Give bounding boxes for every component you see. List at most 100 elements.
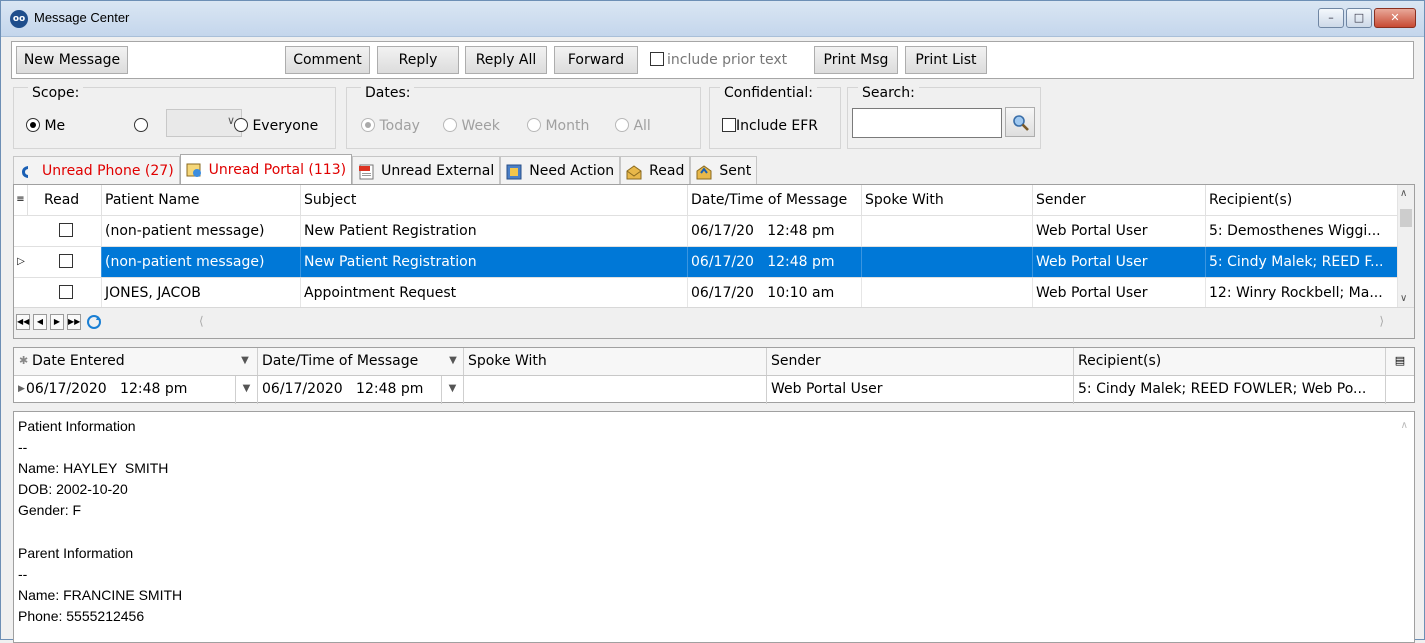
detail-row[interactable]: ▶ 06/17/2020 12:48 pm ▼ 06/17/2020 12:48… [14, 376, 1414, 404]
refresh-icon[interactable] [84, 314, 104, 330]
include-efr-checkbox[interactable] [722, 117, 736, 132]
sender-field[interactable]: Web Portal User [767, 376, 1074, 404]
column-header-patient-name[interactable]: Patient Name [102, 185, 301, 215]
message-body[interactable]: Patient Information -- Name: HAYLEY SMIT… [13, 411, 1415, 643]
scroll-up-icon[interactable]: ∧ [1401, 420, 1408, 431]
radio-icon[interactable] [134, 117, 148, 132]
tab-unread-external[interactable]: Unread External [352, 156, 501, 184]
detail-header-spoke-with[interactable]: Spoke With [464, 348, 767, 375]
last-record-icon[interactable]: ▶▶ [67, 314, 81, 330]
recipients-field[interactable]: 5: Cindy Malek; REED FOWLER; Web Po... [1074, 376, 1386, 404]
tab-need-action[interactable]: Need Action [500, 156, 621, 184]
scope-everyone-option[interactable]: Everyone [234, 117, 318, 134]
search-icon [1013, 115, 1029, 131]
window-title: Message Center [34, 10, 130, 25]
row-indicator [14, 278, 28, 307]
spoke-with-field[interactable] [464, 376, 767, 404]
column-header-read[interactable]: Read [28, 185, 102, 215]
chevron-down-icon[interactable]: ▼ [442, 376, 464, 404]
comment-button[interactable]: Comment [285, 46, 370, 74]
spoke-with-cell [862, 278, 1033, 307]
dates-all-option[interactable]: All [615, 117, 651, 134]
dates-month-label: Month [545, 118, 590, 134]
scope-group: Scope: Me ∨ Everyone [13, 85, 336, 149]
dates-all-label: All [633, 118, 651, 134]
print-msg-button[interactable]: Print Msg [814, 46, 898, 74]
radio-icon[interactable] [26, 117, 40, 132]
column-header-datetime[interactable]: Date/Time of Message [688, 185, 862, 215]
datetime-field[interactable]: 06/17/2020 12:48 pm [258, 376, 442, 404]
column-header-recipients[interactable]: Recipient(s) [1206, 185, 1398, 215]
tab-sent[interactable]: Sent [690, 156, 758, 184]
scroll-right-icon[interactable]: ⟩ [1379, 314, 1384, 328]
close-icon[interactable]: ✕ [1374, 8, 1416, 28]
grid-vertical-scrollbar[interactable]: ∧ ∨ [1397, 185, 1414, 307]
read-checkbox[interactable] [59, 222, 73, 237]
include-efr-option[interactable]: Include EFR [722, 117, 818, 134]
table-row[interactable]: JONES, JACOB Appointment Request 06/17/2… [14, 277, 1398, 307]
read-cell[interactable] [28, 247, 102, 277]
table-row[interactable]: ▷ (non-patient message) New Patient Regi… [14, 246, 1398, 277]
spoke-with-cell [862, 247, 1033, 277]
include-prior-text-option[interactable]: include prior text [650, 51, 787, 68]
scope-me-option[interactable]: Me [26, 117, 65, 134]
chevron-down-icon[interactable]: ▼ [442, 348, 464, 375]
detail-header-recipients[interactable]: Recipient(s) [1074, 348, 1386, 375]
prev-record-icon[interactable]: ◀ [33, 314, 47, 330]
scope-user-select[interactable]: ∨ [166, 109, 242, 137]
tab-read[interactable]: Read [620, 156, 691, 184]
radio-icon[interactable] [527, 117, 541, 132]
forward-button[interactable]: Forward [554, 46, 638, 74]
new-message-button[interactable]: New Message [16, 46, 128, 74]
scope-user-option[interactable] [134, 117, 148, 134]
read-checkbox[interactable] [59, 253, 73, 268]
detail-header-datetime[interactable]: Date/Time of Message [258, 348, 464, 375]
chevron-down-icon[interactable]: ▼ [234, 348, 256, 375]
detail-header-sender[interactable]: Sender [767, 348, 1074, 375]
minimize-icon[interactable]: – [1318, 8, 1344, 28]
patient-name-cell: (non-patient message) [102, 247, 301, 277]
message-center-window: oo Message Center – □ ✕ New Message Comm… [0, 0, 1425, 643]
reply-all-button[interactable]: Reply All [465, 46, 547, 74]
table-row[interactable]: (non-patient message) New Patient Regist… [14, 215, 1398, 246]
dates-group: Dates: Today Week Month All [346, 85, 701, 149]
tab-unread-external-label: Unread External [381, 162, 495, 179]
column-header-sender[interactable]: Sender [1033, 185, 1206, 215]
radio-icon[interactable] [234, 117, 248, 132]
window-controls: – □ ✕ [1318, 8, 1416, 28]
reply-button[interactable]: Reply [377, 46, 459, 74]
next-record-icon[interactable]: ▶ [50, 314, 64, 330]
search-input[interactable] [852, 108, 1002, 138]
message-grid: ≡ Read Patient Name Subject Date/Time of… [13, 184, 1415, 339]
dates-month-option[interactable]: Month [527, 117, 590, 134]
dates-week-option[interactable]: Week [443, 117, 500, 134]
asterisk-icon: ✱ [19, 354, 29, 367]
title-bar: oo Message Center – □ ✕ [1, 1, 1424, 37]
date-entered-field[interactable]: 06/17/2020 12:48 pm [14, 376, 236, 404]
read-checkbox[interactable] [59, 284, 73, 299]
radio-icon[interactable] [443, 117, 457, 132]
search-button[interactable] [1005, 107, 1035, 137]
column-header-subject[interactable]: Subject [301, 185, 688, 215]
tab-unread-portal[interactable]: Unread Portal (113) [179, 154, 353, 184]
scroll-left-icon[interactable]: ⟨ [199, 314, 204, 328]
detail-header-date-entered[interactable]: Date Entered [14, 348, 258, 375]
scroll-thumb[interactable] [1400, 209, 1412, 227]
column-chooser-icon[interactable]: ≡ [14, 185, 28, 215]
column-options-icon[interactable]: ▤ [1386, 348, 1414, 375]
dates-today-option[interactable]: Today [361, 117, 420, 134]
chevron-down-icon[interactable]: ▼ [236, 376, 258, 404]
include-prior-text-checkbox[interactable] [650, 51, 664, 66]
patient-name-cell: JONES, JACOB [102, 278, 301, 307]
tab-unread-phone[interactable]: Unread Phone (27) [13, 156, 180, 184]
radio-icon[interactable] [615, 117, 629, 132]
radio-icon[interactable] [361, 117, 375, 132]
read-cell[interactable] [28, 216, 102, 246]
read-cell[interactable] [28, 278, 102, 307]
maximize-icon[interactable]: □ [1346, 8, 1372, 28]
column-header-spoke-with[interactable]: Spoke With [862, 185, 1033, 215]
scroll-down-icon[interactable]: ∨ [1400, 293, 1407, 304]
scroll-up-icon[interactable]: ∧ [1400, 188, 1407, 199]
print-list-button[interactable]: Print List [905, 46, 987, 74]
first-record-icon[interactable]: ◀◀ [16, 314, 30, 330]
